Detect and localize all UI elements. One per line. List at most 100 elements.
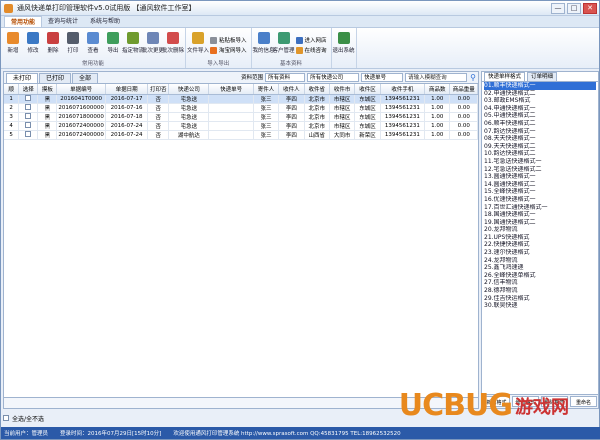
column-header[interactable]: 摸板 [37, 84, 58, 95]
column-header[interactable]: 打印否 [147, 84, 170, 95]
template-item[interactable]: 01.顺丰快递格式一 [484, 82, 596, 90]
ribbon-button-delete-label: 删除 [47, 48, 59, 54]
checkbox[interactable] [25, 95, 32, 102]
template-item[interactable]: 17.百世汇通快递格式一 [484, 204, 596, 212]
tab-all[interactable]: 全部 [72, 73, 99, 83]
row-checkbox[interactable] [18, 130, 39, 140]
column-header[interactable]: 寄件人 [253, 84, 280, 95]
ribbon-button-add-doc[interactable]: 新增 [4, 30, 22, 60]
tab-unprinted[interactable]: 未打印 [6, 73, 39, 83]
template-item[interactable]: 11.宅急送快递格式一 [484, 158, 596, 166]
checkbox[interactable] [25, 122, 32, 129]
template-item[interactable]: 28.德邦物流 [484, 287, 596, 295]
taobao-import-button[interactable]: 淘宝网导入 [210, 45, 247, 55]
template-item[interactable]: 21.UPS快递格式 [484, 234, 596, 242]
ribbon-button-batch-change[interactable]: 批次更更 [142, 30, 164, 60]
checkbox[interactable] [25, 104, 32, 111]
template-item[interactable]: 05.中通快递格式二 [484, 112, 596, 120]
template-item[interactable]: 13.圆通快递格式一 [484, 173, 596, 181]
ribbon-button-edit[interactable]: 修改 [24, 30, 42, 60]
ribbon-button-delete[interactable]: 删除 [44, 30, 62, 60]
tab-order-details[interactable]: 订单明细 [527, 72, 558, 81]
template-item[interactable]: 23.速尔快递格式 [484, 249, 596, 257]
template-item[interactable]: 08.天天快递格式一 [484, 135, 596, 143]
file-import-button[interactable]: 文件导入 [187, 30, 209, 60]
minimize-button[interactable]: — [551, 2, 565, 14]
template-item[interactable]: 04.申通快递格式一 [484, 105, 596, 113]
tab-templates[interactable]: 快递单样格式 [484, 72, 526, 81]
ribbon-button-view[interactable]: 查看 [84, 30, 102, 60]
search-icon[interactable]: ⚲ [470, 73, 476, 82]
keyword-input[interactable]: 请输入模糊查询 [405, 72, 468, 82]
ribbon-button-export[interactable]: 导出 [104, 30, 122, 60]
template-item[interactable]: 30.联昊快递 [484, 302, 596, 310]
maximize-button[interactable]: □ [567, 2, 581, 14]
table-row[interactable]: 2 黑 2016071600000 2016-07-16 否宅急送 张三 李四 北京市 市辖区东… [4, 103, 478, 113]
column-header[interactable]: 商品数 [424, 84, 451, 95]
shop-button[interactable]: 进入网店 [295, 35, 327, 45]
column-header[interactable]: 快递单号 [208, 84, 254, 95]
column-header[interactable]: 商品重量 [449, 84, 478, 95]
template-item[interactable]: 19.国通快递格式二 [484, 219, 596, 227]
template-item[interactable]: 29.佳吉快运格式 [484, 295, 596, 303]
table-cell [208, 121, 254, 131]
template-item[interactable]: 24.龙邦物流 [484, 257, 596, 265]
template-item[interactable]: 03.邮政EMS格式 [484, 97, 596, 105]
tab-query-stats[interactable]: 查询与统计 [42, 16, 84, 27]
ribbon-button-print[interactable]: 打印 [64, 30, 82, 60]
template-item[interactable]: 06.顺丰快递格式二 [484, 120, 596, 128]
range-select[interactable]: 所有资料 [265, 72, 306, 82]
template-item[interactable]: 22.快捷快递格式 [484, 241, 596, 249]
tab-printed[interactable]: 已打印 [39, 73, 72, 83]
table-row[interactable]: 4 黑 2016072400000 2016-07-24 否宅急送 张三 李四 北京市 市辖区东… [4, 121, 478, 131]
ribbon-button-view-label: 查看 [87, 48, 99, 54]
row-checkbox[interactable] [18, 121, 39, 131]
template-item[interactable]: 14.圆通快递格式二 [484, 181, 596, 189]
table-row[interactable]: 1 黑 2016041T0000 2016-07-17 否宅急送 张三 李四 北京市 市辖区 东城… [4, 94, 478, 104]
template-item[interactable]: 02.申通快递格式二 [484, 90, 596, 98]
user-info-button[interactable]: 我的信息 [253, 30, 275, 60]
template-item[interactable]: 12.宅急送快递格式二 [484, 166, 596, 174]
tab-system-help[interactable]: 系统与帮助 [84, 16, 126, 27]
template-item[interactable]: 25.鑫飞鸿速递 [484, 264, 596, 272]
column-header[interactable]: 选择 [18, 84, 39, 95]
ribbon-button-batch-delete[interactable]: 批次删除 [162, 30, 184, 60]
table-row[interactable]: 3 黑 2016071800000 2016-07-18 否宅急送 张三 李四 北京市 市辖区东… [4, 112, 478, 122]
row-checkbox[interactable] [18, 103, 39, 113]
select-all-checkbox[interactable] [3, 415, 9, 421]
column-header[interactable]: 收件市 [329, 84, 356, 95]
checkbox[interactable] [25, 131, 32, 138]
ribbon-button-logistics[interactable]: 指定物流 [122, 30, 144, 60]
row-checkbox[interactable] [18, 94, 39, 104]
template-item[interactable]: 18.国通快递格式一 [484, 211, 596, 219]
clipboard-import-button[interactable]: 粘贴板导入 [210, 35, 247, 45]
column-header[interactable]: 顺 [4, 84, 20, 95]
template-item[interactable]: 27.信丰物流 [484, 279, 596, 287]
company-select[interactable]: 所有快递公司 [307, 72, 360, 82]
checkbox[interactable] [25, 113, 32, 120]
rename-template-button[interactable]: 重命名 [570, 396, 597, 407]
row-checkbox[interactable] [18, 112, 39, 122]
template-item[interactable]: 15.全峰快递格式一 [484, 188, 596, 196]
customers-button[interactable]: 客户管理 [273, 30, 295, 60]
template-item[interactable]: 20.龙邦物流 [484, 226, 596, 234]
template-item[interactable]: 07.韵达快递格式一 [484, 128, 596, 136]
column-header[interactable]: 收件手机 [380, 84, 426, 95]
column-header[interactable]: 收件省 [304, 84, 330, 95]
template-item[interactable]: 09.天天快递格式二 [484, 143, 596, 151]
field-select[interactable]: 快递单号 [361, 72, 404, 82]
chat-button[interactable]: 在线咨询 [295, 45, 327, 55]
column-header[interactable]: 收件人 [278, 84, 305, 95]
column-header[interactable]: 单据编号 [56, 84, 106, 95]
column-header[interactable]: 快递公司 [168, 84, 210, 95]
table-row[interactable]: 5 黑 2016072400000 2016-07-24 否湖中航达 张三 李四 山西省 大同市… [4, 130, 478, 140]
close-button[interactable]: ✕ [583, 2, 597, 14]
exit-button[interactable]: 退出系统 [333, 30, 355, 60]
tab-common[interactable]: 常用功能 [4, 16, 43, 27]
template-item[interactable]: 26.全峰快递单格式 [484, 272, 596, 280]
column-header[interactable]: 收件区 [354, 84, 381, 95]
ribbon-button-add-doc-label: 新增 [7, 48, 19, 54]
column-header[interactable]: 单据日期 [105, 84, 149, 95]
template-item[interactable]: 16.优速快递格式一 [484, 196, 596, 204]
template-item[interactable]: 10.韵达快递格式二 [484, 150, 596, 158]
